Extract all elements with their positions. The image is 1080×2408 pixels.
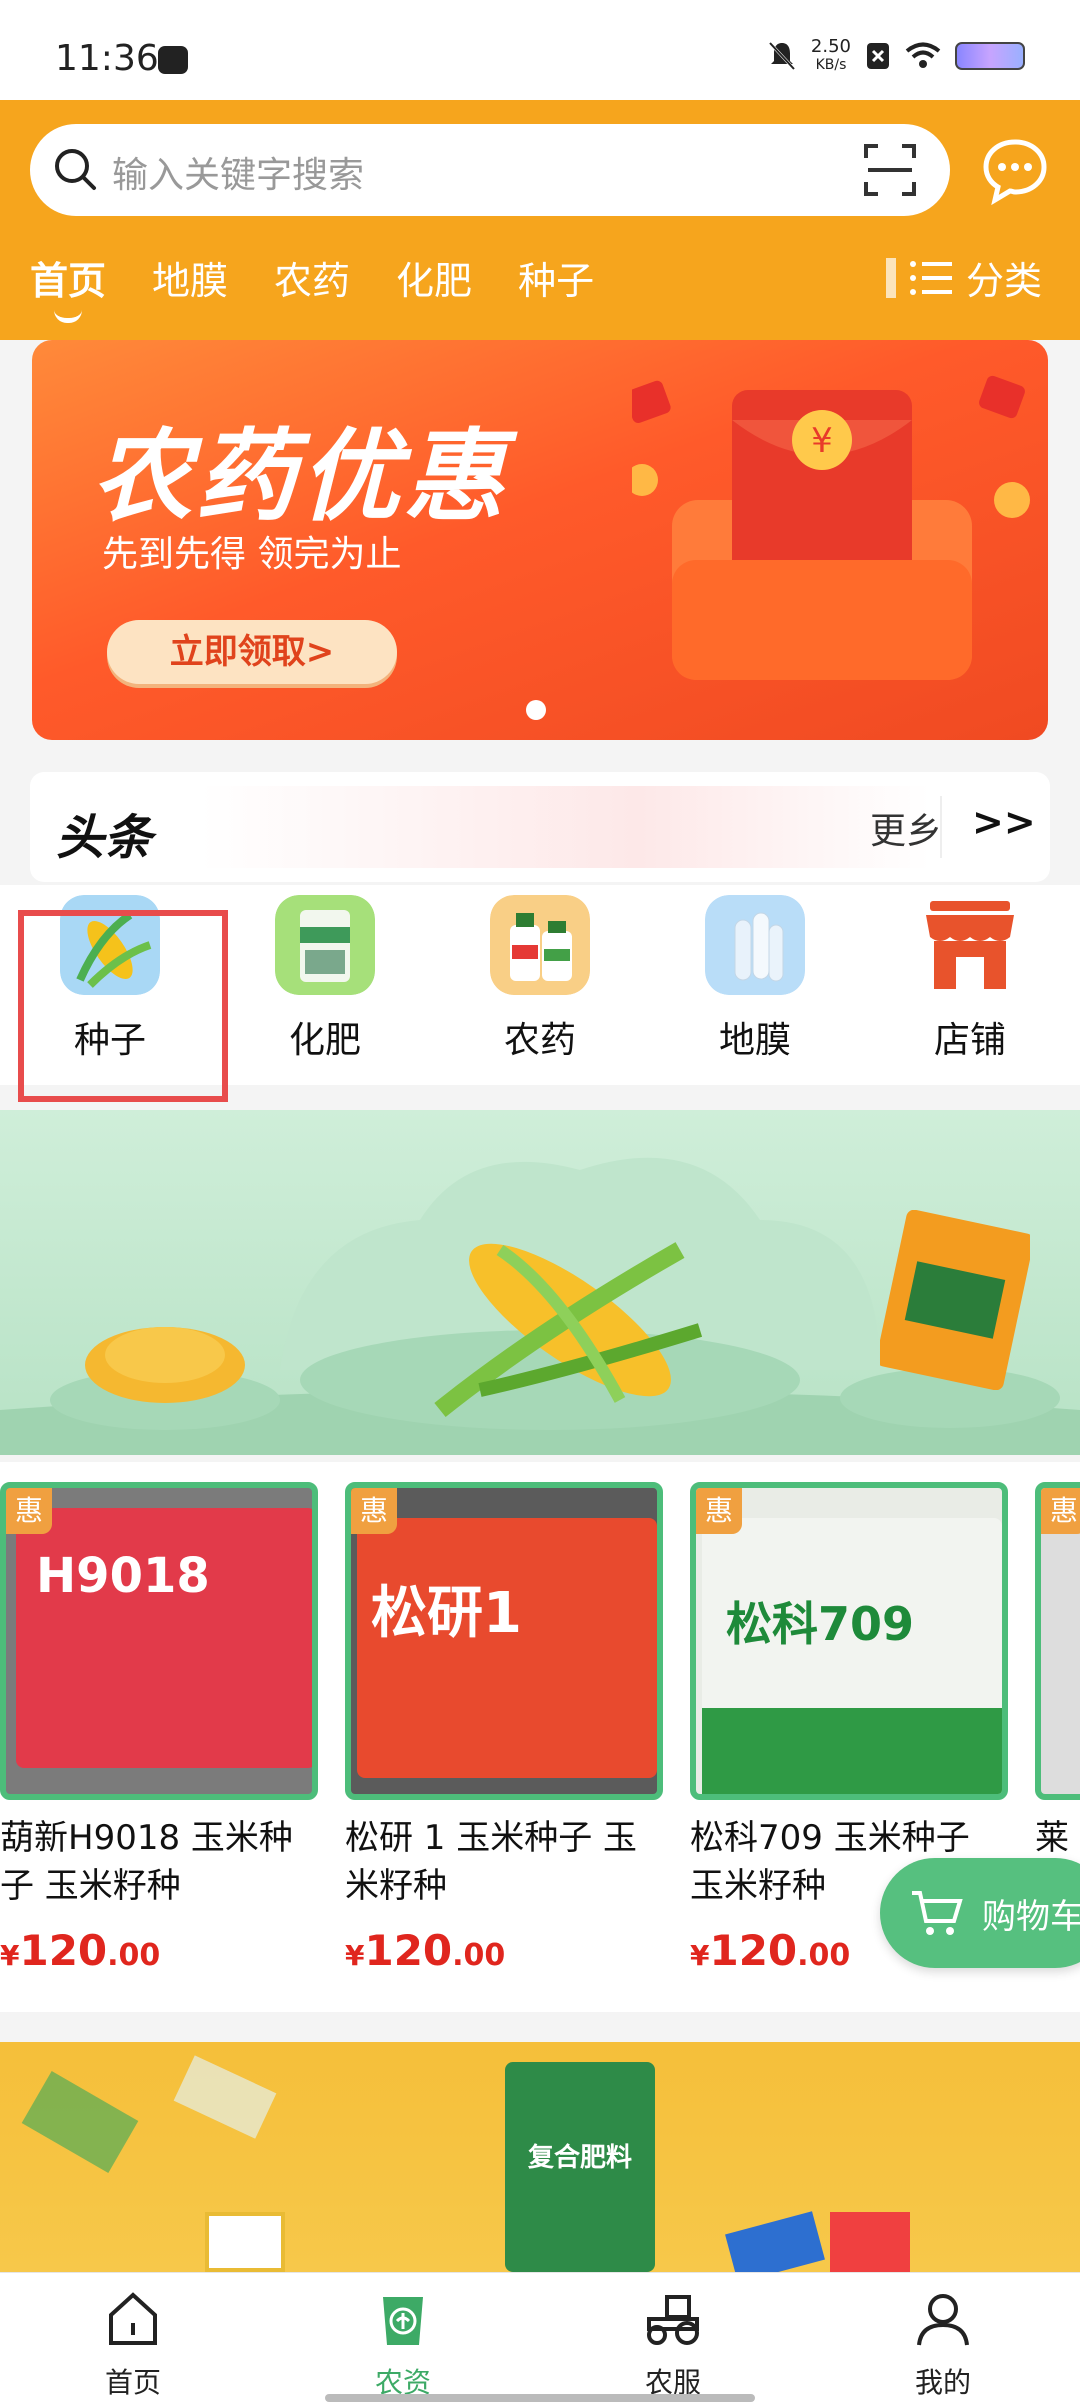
nav-agri-services[interactable]: 农服 — [603, 2289, 743, 2401]
status-bar: 11:36 2.50 KB/s — [0, 0, 1080, 100]
category-label: 地膜 — [718, 1020, 791, 1061]
list-icon — [909, 260, 952, 295]
app-screen: 11:36 2.50 KB/s 输入关键字搜索 首页 地膜 农药 化肥 种子 分类 — [0, 0, 1080, 2408]
notification-icon — [158, 46, 188, 74]
discount-badge: 惠 — [696, 1488, 742, 1534]
sim-off-icon — [867, 43, 889, 69]
product-card[interactable]: 惠 莱 — [1035, 1482, 1080, 1910]
cart-button[interactable]: 购物车 — [880, 1858, 1080, 1968]
category-label: 农药 — [503, 1020, 576, 1061]
scan-icon[interactable] — [862, 142, 918, 198]
search-icon — [55, 149, 96, 190]
wifi-icon — [905, 42, 941, 68]
seed-bag — [16, 1508, 312, 1768]
headline-arrow[interactable]: >> — [972, 800, 1036, 844]
cart-icon — [912, 1891, 963, 1935]
status-time: 11:36 — [55, 38, 159, 79]
bag-label: 复合肥料 — [527, 2143, 632, 2173]
red-envelope-illustration: ¥ — [632, 375, 1030, 680]
corn-kernels-illustration — [85, 1327, 245, 1403]
tractor-icon — [647, 2295, 699, 2345]
tab-seeds[interactable]: 种子 — [518, 250, 594, 305]
discount-badge: 惠 — [1041, 1488, 1080, 1534]
user-icon — [917, 2294, 969, 2346]
top-tabs: 首页 地膜 农药 化肥 种子 — [30, 250, 594, 323]
tab-fertilizer[interactable]: 化肥 — [396, 250, 472, 305]
product-name: 松研 1 玉米种子 玉米籽种 — [345, 1818, 638, 1906]
store-icon — [926, 901, 1014, 989]
top-header: 输入关键字搜索 首页 地膜 农药 化肥 种子 分类 — [0, 100, 1080, 340]
chat-icon[interactable] — [980, 136, 1050, 206]
battery-icon — [955, 42, 1025, 70]
nav-home[interactable]: 首页 — [63, 2289, 203, 2401]
category-label: 化肥 — [288, 1020, 361, 1061]
claim-button[interactable]: 立即领取> — [107, 620, 397, 684]
product-card[interactable]: 松研1 惠 松研 1 玉米种子 玉米籽种 ¥120.00 — [345, 1482, 663, 1975]
category-label: 店铺 — [933, 1020, 1006, 1061]
floating-bag — [830, 2212, 910, 2272]
corn-illustration — [434, 1242, 703, 1418]
product-card[interactable]: H9018 惠 葫新H9018 玉米种子 玉米籽种 ¥120.00 — [0, 1482, 318, 1975]
floating-bag — [21, 2071, 139, 2173]
category-pesticide[interactable]: 农药 — [470, 895, 610, 1063]
promo-banner[interactable]: 农药优惠 先到先得 领完为止 立即领取> ¥ — [32, 340, 1048, 740]
category-button[interactable]: 分类 — [885, 250, 1042, 305]
fertilizer-banner[interactable]: 复合肥料 — [0, 2042, 1080, 2272]
selection-highlight — [18, 910, 228, 1102]
banner-subtitle: 先到先得 领完为止 — [102, 534, 402, 575]
nav-label: 我的 — [914, 2366, 971, 2399]
seed-banner[interactable] — [0, 1110, 1080, 1455]
product-price: ¥120.00 — [345, 1926, 506, 1975]
bag-band — [702, 1708, 1002, 1794]
tab-home[interactable]: 首页 — [30, 250, 106, 323]
fertilizer-bag: 复合肥料 — [505, 2062, 655, 2272]
headline-ticker — [200, 786, 930, 868]
pesticide-bottle-icon — [490, 895, 590, 995]
svg-text:¥: ¥ — [811, 421, 833, 461]
category-fertilizer[interactable]: 化肥 — [255, 895, 395, 1063]
bottom-nav: 首页 农资 农服 我的 — [0, 2272, 1080, 2408]
floating-bag — [725, 2211, 825, 2272]
cart-label: 购物车 — [982, 1896, 1080, 1937]
headline-bar[interactable]: 头条 更乡 >> — [30, 772, 1050, 882]
search-input[interactable]: 输入关键字搜索 — [112, 146, 364, 198]
product-image: 松科709 惠 — [690, 1482, 1008, 1800]
product-price: ¥120.00 — [0, 1926, 161, 1975]
nav-profile[interactable]: 我的 — [873, 2289, 1013, 2401]
tab-film[interactable]: 地膜 — [152, 250, 228, 305]
seed-pack-illustration — [880, 1210, 1030, 1390]
gesture-bar — [325, 2394, 755, 2402]
category-film[interactable]: 地膜 — [685, 895, 825, 1063]
product-image: 惠 — [1035, 1482, 1080, 1800]
network-speed: 2.50 KB/s — [810, 36, 851, 74]
pack-text: H9018 — [36, 1548, 210, 1604]
category-store[interactable]: 店铺 — [900, 895, 1040, 1063]
floating-bag — [173, 2055, 277, 2139]
pack-text: 松科709 — [726, 1597, 915, 1651]
discount-badge: 惠 — [6, 1488, 52, 1534]
nav-agri-supplies[interactable]: 农资 — [333, 2289, 473, 2401]
search-bar[interactable]: 输入关键字搜索 — [30, 124, 950, 216]
home-icon — [109, 2292, 157, 2345]
divider — [940, 796, 942, 858]
mute-bell-icon — [768, 41, 796, 71]
product-image: H9018 惠 — [0, 1482, 318, 1800]
tab-pesticide[interactable]: 农药 — [274, 250, 350, 305]
floating-bag — [205, 2212, 285, 2272]
pack-text: 松研1 — [371, 1581, 522, 1646]
banner-title: 农药优惠 — [92, 418, 508, 535]
product-image: 松研1 惠 — [345, 1482, 663, 1800]
fertilizer-bag-icon — [383, 2297, 423, 2345]
discount-badge: 惠 — [351, 1488, 397, 1534]
nav-label: 首页 — [104, 2366, 161, 2399]
carousel-indicator — [526, 700, 546, 720]
film-roll-icon — [705, 895, 805, 995]
fertilizer-bag-icon — [275, 895, 375, 995]
product-name: 葫新H9018 玉米种子 玉米籽种 — [0, 1818, 293, 1906]
divider — [885, 257, 896, 298]
headline-more[interactable]: 更乡 — [870, 802, 942, 854]
headline-logo: 头条 — [56, 810, 153, 866]
category-label: 分类 — [965, 259, 1042, 303]
status-icons: 2.50 KB/s — [767, 38, 1025, 74]
